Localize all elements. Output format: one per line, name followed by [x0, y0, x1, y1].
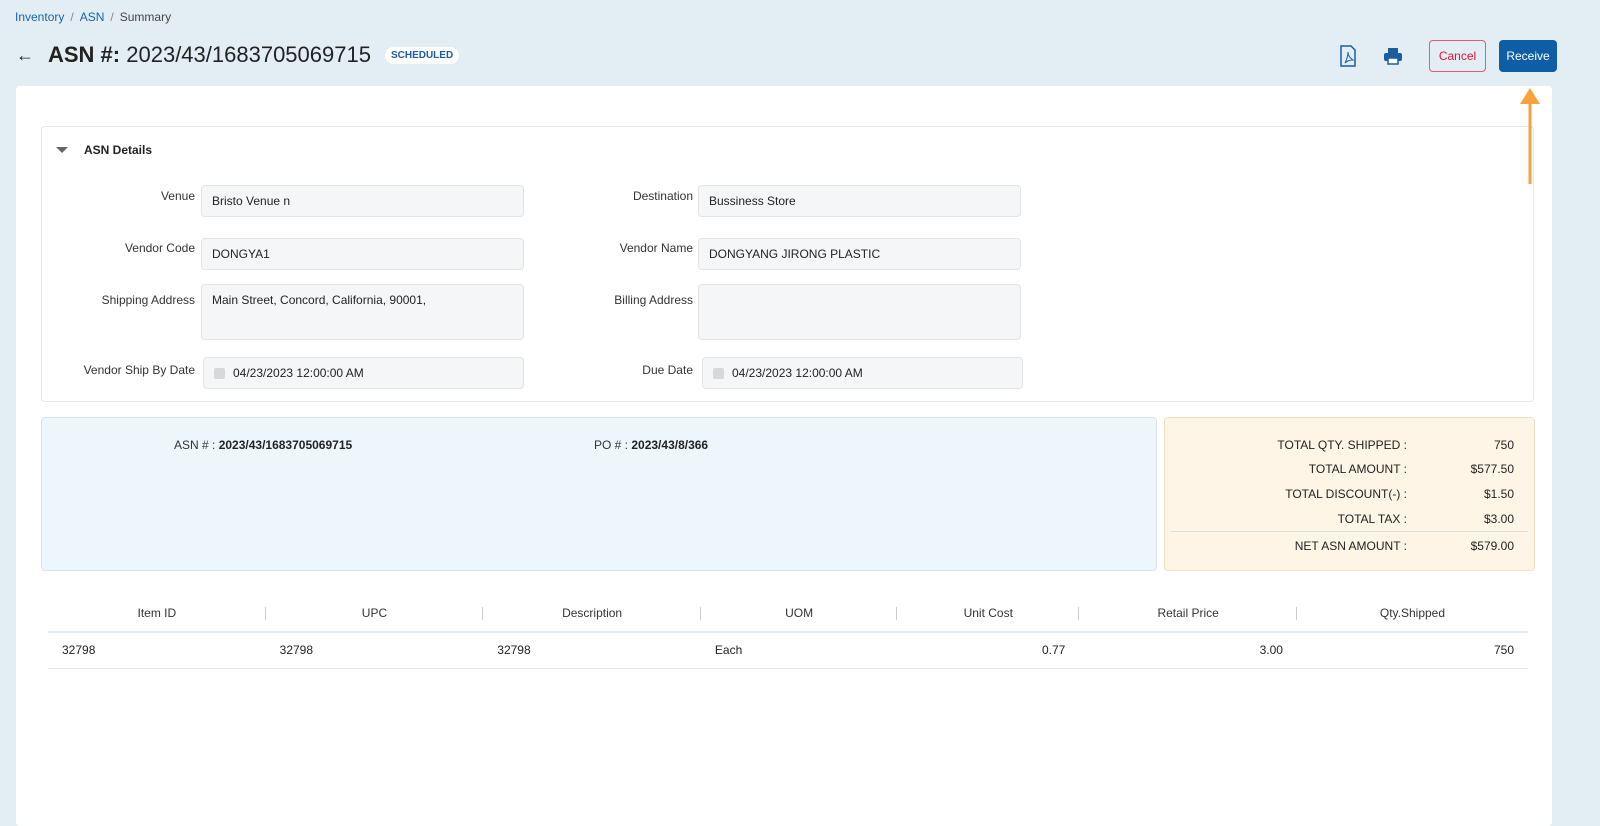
cell-upc: 32798: [265, 632, 484, 669]
billing-address-textarea[interactable]: [698, 284, 1021, 340]
annotation-arrow-icon: [1520, 88, 1540, 184]
total-tax-label: TOTAL TAX :: [1337, 512, 1407, 526]
asn-details-toggle[interactable]: ASN Details: [56, 143, 152, 157]
receive-button[interactable]: Receive: [1499, 40, 1557, 72]
total-qty-value: 750: [1493, 438, 1514, 452]
title-prefix: ASN #:: [48, 42, 121, 67]
breadcrumb-inventory[interactable]: Inventory: [15, 10, 64, 24]
page-title: ASN #: 2023/43/1683705069715: [48, 42, 371, 68]
due-date-label: Due Date: [642, 363, 693, 377]
print-icon[interactable]: [1383, 47, 1403, 65]
po-label: PO # :: [594, 438, 629, 452]
table-header-row: Item ID UPC Description UOM Unit Cost Re…: [48, 595, 1528, 633]
shipping-address-textarea[interactable]: Main Street, Concord, California, 90001,: [201, 284, 524, 340]
total-discount-label: TOTAL DISCOUNT(-) :: [1285, 487, 1407, 501]
asn-label: ASN # :: [174, 438, 216, 452]
ship-by-date-label: Vendor Ship By Date: [83, 363, 195, 377]
calendar-icon: [713, 367, 724, 379]
total-tax-value: $3.00: [1483, 512, 1514, 526]
collapse-triangle-icon: [56, 147, 68, 153]
col-unit-cost[interactable]: Unit Cost: [897, 595, 1080, 633]
pdf-icon[interactable]: [1339, 45, 1357, 67]
due-date-field[interactable]: 04/23/2023 12:00:00 AM: [702, 357, 1023, 389]
cancel-button[interactable]: Cancel: [1429, 40, 1486, 72]
total-qty-label: TOTAL QTY. SHIPPED :: [1277, 438, 1407, 452]
shipping-address-label: Shipping Address: [101, 293, 195, 307]
vendor-code-field[interactable]: DONGYA1: [201, 238, 524, 270]
col-retail-price[interactable]: Retail Price: [1079, 595, 1297, 633]
net-amount-label: NET ASN AMOUNT :: [1294, 539, 1407, 553]
status-badge: SCHEDULED: [384, 46, 460, 64]
col-uom[interactable]: UOM: [700, 595, 898, 633]
vendor-name-field[interactable]: DONGYANG JIRONG PLASTIC: [698, 238, 1021, 270]
back-arrow-icon[interactable]: ←: [16, 45, 34, 66]
total-discount-value: $1.50: [1483, 487, 1514, 501]
table-row[interactable]: 32798 32798 32798 Each 0.77 3.00 750: [48, 632, 1528, 669]
section-heading: ASN Details: [84, 143, 153, 157]
po-value: 2023/43/8/366: [631, 438, 709, 452]
vendor-name-label: Vendor Name: [619, 241, 693, 255]
summary-card: ASN Details Venue Bristo Venue n Destina…: [16, 86, 1552, 826]
breadcrumb: Inventory / ASN / Summary: [15, 10, 172, 24]
vendor-code-label: Vendor Code: [124, 241, 195, 255]
col-item-id[interactable]: Item ID: [48, 595, 266, 633]
col-upc[interactable]: UPC: [265, 595, 484, 633]
items-table: Item ID UPC Description UOM Unit Cost Re…: [48, 595, 1528, 669]
col-description[interactable]: Description: [483, 595, 701, 633]
total-amount-value: $577.50: [1470, 462, 1514, 476]
billing-address-label: Billing Address: [614, 293, 693, 307]
cell-description: 32798: [483, 632, 701, 669]
cell-unit-cost: 0.77: [897, 632, 1080, 669]
divider: [1171, 531, 1528, 532]
destination-field[interactable]: Bussiness Store: [698, 185, 1021, 217]
venue-field[interactable]: Bristo Venue n: [201, 185, 524, 217]
page-header: ← ASN #: 2023/43/1683705069715 SCHEDULED: [16, 42, 460, 68]
total-amount-label: TOTAL AMOUNT :: [1308, 462, 1407, 476]
net-amount-value: $579.00: [1470, 539, 1514, 553]
breadcrumb-asn[interactable]: ASN: [80, 10, 105, 24]
destination-label: Destination: [632, 189, 693, 203]
cell-uom: Each: [700, 632, 898, 669]
due-date-value: 04/23/2023 12:00:00 AM: [732, 366, 863, 380]
cell-qty-shipped: 750: [1296, 632, 1528, 669]
ship-by-date-field[interactable]: 04/23/2023 12:00:00 AM: [203, 357, 524, 389]
asn-value: 2023/43/1683705069715: [218, 438, 353, 452]
title-value: 2023/43/1683705069715: [126, 42, 371, 67]
cell-item-id: 32798: [48, 632, 266, 669]
totals-panel: TOTAL QTY. SHIPPED : 750 TOTAL AMOUNT : $5…: [1164, 417, 1535, 571]
ship-by-date-value: 04/23/2023 12:00:00 AM: [233, 366, 364, 380]
breadcrumb-summary: Summary: [119, 10, 172, 24]
calendar-icon: [214, 367, 225, 379]
cell-retail-price: 3.00: [1079, 632, 1297, 669]
asn-info-panel: ASN # : 2023/43/1683705069715 PO # : 202…: [41, 417, 1157, 571]
col-qty-shipped[interactable]: Qty.Shipped: [1296, 595, 1528, 633]
venue-label: Venue: [160, 189, 195, 203]
asn-details-panel: ASN Details Venue Bristo Venue n Destina…: [41, 126, 1534, 402]
